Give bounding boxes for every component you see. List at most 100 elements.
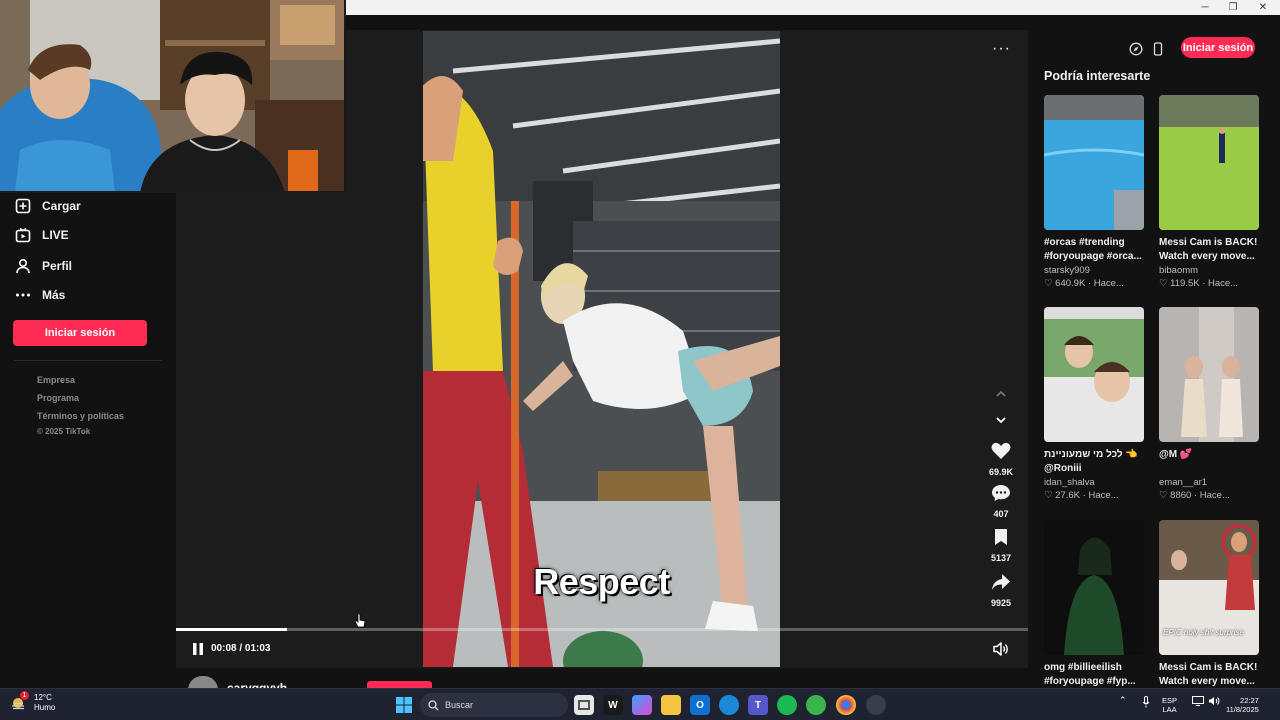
clock[interactable]: 22:27 11/8/2025 <box>1226 696 1259 714</box>
suggested-video-card[interactable]: #orcas #trending #foryoupage #orca... st… <box>1044 95 1144 289</box>
sidebar-item-profile[interactable]: Perfil <box>14 254 72 278</box>
video-more-button[interactable]: ··· <box>992 40 1011 58</box>
card-time: Hace... <box>1093 278 1124 289</box>
task-view-icon <box>578 700 590 710</box>
sidebar-item-more[interactable]: Más <box>14 283 65 307</box>
copyright: © 2025 TikTok <box>37 427 91 436</box>
spotify-icon[interactable] <box>777 695 797 715</box>
like-count: 69.9K <box>988 467 1014 477</box>
start-button[interactable] <box>394 695 414 715</box>
save-button[interactable]: 5137 <box>982 528 1020 563</box>
card-likes: 8860 <box>1170 490 1192 501</box>
sidebar-item-label: LIVE <box>42 228 69 242</box>
video-player[interactable]: Respect <box>423 31 780 667</box>
footer-link-company[interactable]: Empresa <box>37 375 75 385</box>
more-icon <box>14 286 32 304</box>
sidebar-item-live[interactable]: LIVE <box>14 223 69 247</box>
heart-outline-icon: ♡ <box>1159 278 1168 289</box>
next-video-button[interactable] <box>991 410 1011 430</box>
header-login-button[interactable]: Iniciar sesión <box>1181 37 1255 58</box>
upload-icon <box>14 197 32 215</box>
chrome-icon[interactable] <box>836 695 856 715</box>
comment-count: 407 <box>993 509 1009 519</box>
video-thumbnail <box>1044 95 1144 230</box>
video-thumbnail <box>1044 520 1144 655</box>
card-stats: ♡ 8860 · Hace... <box>1159 490 1230 501</box>
card-title: Messi Cam is BACK! Watch every move... <box>1159 237 1258 262</box>
card-username: starsky909 <box>1044 265 1090 276</box>
video-thumbnail <box>1159 307 1259 442</box>
microphone-icon[interactable] <box>1142 696 1150 710</box>
like-button[interactable]: 69.9K <box>982 442 1020 477</box>
previous-video-button[interactable] <box>991 384 1011 404</box>
wikit-app-icon[interactable]: W <box>603 695 623 715</box>
search-icon <box>428 699 439 710</box>
search-placeholder: Buscar <box>445 700 474 710</box>
weather-temp: 12°C <box>34 693 52 702</box>
clock-time: 22:27 <box>1240 696 1259 705</box>
pause-icon <box>193 643 203 655</box>
card-title: לכל מי שמעוניינת 👈 @Roniii <box>1044 449 1138 474</box>
keyboard-layout: LAA <box>1162 705 1177 714</box>
explore-button[interactable] <box>1127 40 1145 58</box>
card-likes: 27.6K <box>1055 490 1080 501</box>
progress-bar[interactable] <box>176 628 1028 631</box>
phone-icon <box>1153 42 1163 56</box>
suggested-video-card[interactable]: @M 💕 eman__ar1 ♡ 8860 · Hace... <box>1159 307 1259 501</box>
close-button[interactable]: ✕ <box>1246 0 1280 15</box>
heart-icon <box>991 442 1011 459</box>
chevron-down-icon <box>996 417 1006 424</box>
card-stats: ♡ 119.5K · Hace... <box>1159 278 1239 289</box>
language-indicator[interactable]: ESP LAA <box>1162 696 1177 714</box>
heart-outline-icon: ♡ <box>1044 278 1053 289</box>
whatsapp-icon[interactable] <box>806 695 826 715</box>
suggested-video-card[interactable]: לכל מי שמעוניינת 👈 @Roniii idan_shalva ♡… <box>1044 307 1144 501</box>
webcam-feed <box>0 0 344 191</box>
section-title: Podría interesarte <box>1044 69 1151 83</box>
card-username: eman__ar1 <box>1159 477 1208 488</box>
footer-link-program[interactable]: Programa <box>37 393 79 403</box>
mouse-cursor-icon <box>355 614 365 628</box>
speaker-icon <box>993 642 1008 656</box>
network-icon[interactable] <box>1192 696 1204 708</box>
taskbar-search[interactable]: Buscar <box>420 693 568 717</box>
restore-button[interactable]: ❐ <box>1216 0 1250 15</box>
notification-badge: 1 <box>20 691 29 700</box>
footer-link-terms[interactable]: Términos y políticas <box>37 411 124 421</box>
copilot-icon[interactable] <box>632 695 652 715</box>
share-button[interactable]: 9925 <box>982 573 1020 608</box>
comment-button[interactable]: 407 <box>982 484 1020 519</box>
suggested-video-card[interactable]: Messi Cam is BACK! Watch every move... b… <box>1159 95 1259 289</box>
task-view-button[interactable] <box>574 695 594 715</box>
get-app-button[interactable] <box>1149 40 1167 58</box>
obs-icon[interactable] <box>866 695 886 715</box>
sidebar-login-button[interactable]: Iniciar sesión <box>13 320 147 346</box>
video-thumbnail <box>1044 307 1144 442</box>
thumbnail-overlay-text: EPIC holy shit surprise <box>1163 628 1244 637</box>
pause-button[interactable] <box>191 642 205 656</box>
file-explorer-icon[interactable] <box>661 695 681 715</box>
video-thumbnail: EPIC holy shit surprise <box>1159 520 1259 655</box>
save-count: 5137 <box>990 553 1012 563</box>
volume-button[interactable] <box>992 640 1010 658</box>
card-title: omg #billieeilish #foryoupage #fyp... <box>1044 662 1136 687</box>
card-stats: ♡ 27.6K · Hace... <box>1044 490 1119 501</box>
outlook-icon[interactable]: O <box>690 695 710 715</box>
taskbar: 1 12°C Humo Buscar W O T ⌃ ESP LAA 22:27… <box>0 688 1280 720</box>
screen: ─ ❐ ✕ Cargar LIVE Perfil Más Iniciar ses… <box>0 0 1280 720</box>
teams-icon[interactable]: T <box>748 695 768 715</box>
suggested-video-card[interactable]: omg #billieeilish #foryoupage #fyp... <box>1044 520 1144 689</box>
suggested-video-card[interactable]: EPIC holy shit surprise Messi Cam is BAC… <box>1159 520 1259 689</box>
sidebar-item-label: Cargar <box>42 199 81 213</box>
video-caption: Respect <box>533 561 670 602</box>
sidebar-item-upload[interactable]: Cargar <box>14 194 81 218</box>
weather-icon: 1 <box>10 691 29 712</box>
share-count: 9925 <box>990 598 1012 608</box>
card-time: Hace... <box>1088 490 1119 501</box>
edge-icon[interactable] <box>719 695 739 715</box>
sidebar-item-label: Más <box>42 288 66 302</box>
weather-widget[interactable]: 1 12°C Humo <box>10 691 55 713</box>
volume-tray-icon[interactable] <box>1208 696 1220 708</box>
tray-chevron-icon[interactable]: ⌃ <box>1119 696 1127 705</box>
progress-fill <box>176 628 287 631</box>
